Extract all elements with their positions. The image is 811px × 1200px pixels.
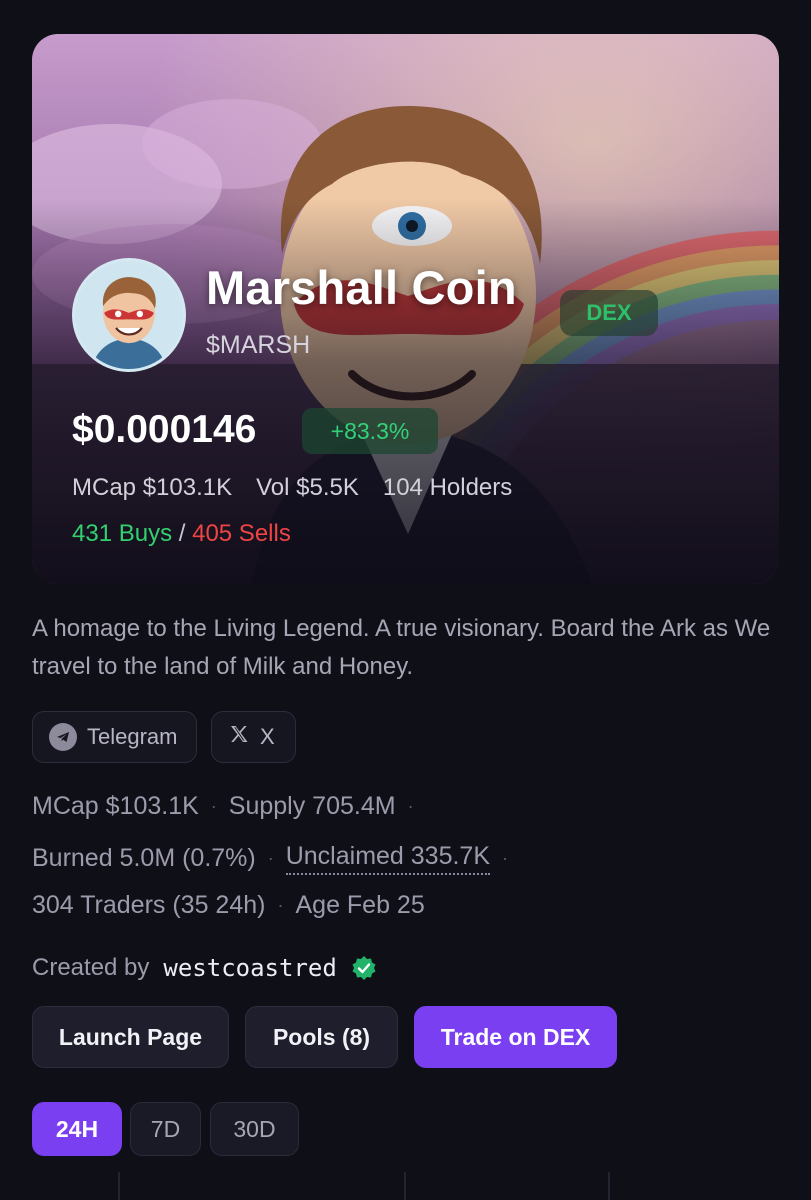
hero-volume: Vol $5.5K — [256, 474, 359, 501]
buy-sell-counts: 431 Buys / 405 Sells — [72, 520, 291, 548]
metric-separator: · — [277, 895, 284, 915]
metric-separator: · — [502, 848, 509, 868]
chart-divider — [608, 1172, 610, 1200]
metric-burned: Burned 5.0M (0.7%) — [32, 844, 256, 872]
metric-separator: · — [407, 796, 414, 816]
period-tab-24h[interactable]: 24H — [32, 1102, 122, 1156]
creator-username[interactable]: westcoastred — [163, 954, 336, 982]
metrics-row-3: 304 Traders (35 24h) · Age Feb 25 — [32, 891, 425, 920]
creator-row: Created by westcoastred — [32, 954, 377, 982]
metric-separator: · — [210, 796, 217, 816]
verified-badge-icon — [352, 956, 376, 980]
trade-on-dex-button[interactable]: Trade on DEX — [414, 1006, 617, 1068]
metric-traders: 304 Traders (35 24h) — [32, 891, 266, 919]
metrics-row-2: Burned 5.0M (0.7%) · Unclaimed 335.7K · — [32, 842, 508, 875]
metric-age: Age Feb 25 — [295, 891, 425, 919]
hero-stats: MCap $103.1K Vol $5.5K 104 Holders — [72, 474, 512, 502]
dex-badge: DEX — [560, 290, 658, 336]
telegram-link[interactable]: Telegram — [32, 711, 197, 763]
metric-supply: Supply 705.4M — [228, 792, 396, 820]
pools-button[interactable]: Pools (8) — [245, 1006, 398, 1068]
coin-name: Marshall Coin — [206, 261, 517, 314]
x-link[interactable]: X — [211, 711, 296, 763]
metric-mcap: MCap $103.1K — [32, 792, 199, 820]
x-logo-icon — [228, 723, 250, 751]
chart-divider — [118, 1172, 120, 1200]
telegram-label: Telegram — [87, 724, 178, 749]
launch-page-button[interactable]: Launch Page — [32, 1006, 229, 1068]
coin-hero-card: Marshall Coin DEX $MARSH $0.000146 +83.3… — [32, 34, 779, 584]
coin-description: A homage to the Living Legend. A true vi… — [32, 615, 771, 680]
period-tab-7d[interactable]: 7D — [130, 1102, 201, 1156]
buy-sell-separator: / — [178, 520, 186, 547]
hero-mcap: MCap $103.1K — [72, 474, 233, 501]
sells-count: 405 Sells — [192, 520, 291, 547]
chart-divider — [404, 1172, 406, 1200]
coin-price: $0.000146 — [72, 408, 257, 451]
metrics-row-1: MCap $103.1K · Supply 705.4M · — [32, 792, 414, 821]
metric-unclaimed[interactable]: Unclaimed 335.7K — [285, 842, 491, 875]
price-change-badge: +83.3% — [302, 408, 438, 454]
coin-avatar — [72, 258, 186, 372]
period-tab-30d[interactable]: 30D — [210, 1102, 299, 1156]
metric-separator: · — [267, 848, 274, 868]
telegram-icon — [49, 723, 77, 751]
hero-holders: 104 Holders — [382, 474, 513, 501]
buys-count: 431 Buys — [72, 520, 173, 547]
coin-ticker: $MARSH — [206, 331, 311, 359]
x-label: X — [260, 724, 275, 749]
created-by-label: Created by — [32, 954, 150, 981]
